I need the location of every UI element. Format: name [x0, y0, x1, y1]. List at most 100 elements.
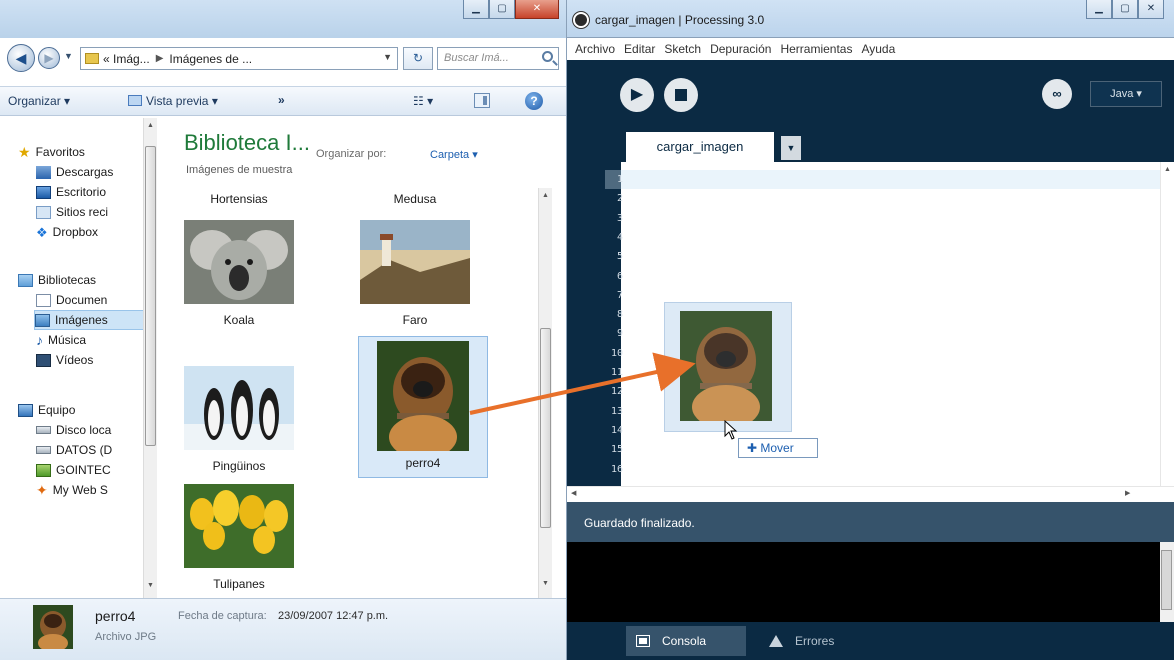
menu-herramientas[interactable]: Herramientas	[780, 42, 852, 56]
breadcrumb-current[interactable]: Imágenes de ...	[169, 52, 252, 66]
code-editor[interactable]: 1 2 3 4 5 6 7 8 9 10 11 12 13 14 15 16 ▲ ◀ ▶	[567, 162, 1174, 502]
recent-pages-dropdown[interactable]: ▼	[64, 51, 73, 61]
library-title: Biblioteca I...	[184, 130, 310, 155]
preview-button[interactable]: Vista previa ▾	[128, 94, 218, 108]
menu-depuracion[interactable]: Depuración	[710, 42, 771, 56]
tab-menu-button[interactable]: ▼	[781, 136, 801, 160]
nav-scrollbar[interactable]: ▲ ▼	[143, 118, 157, 598]
window-controls: ▁ ▢ ✕	[463, 0, 559, 19]
close-button[interactable]: ✕	[515, 0, 559, 19]
file-item-faro[interactable]: Faro	[350, 220, 480, 327]
nav-item-favorites[interactable]: ★ Favoritos	[18, 142, 85, 162]
forward-button[interactable]: ▶	[38, 47, 60, 69]
scroll-right-icon[interactable]: ▶	[1125, 489, 1130, 497]
nav-item-gointec[interactable]: GOINTEC	[36, 460, 111, 480]
line-number: 9	[616, 328, 623, 340]
address-row: ◀ ▶ ▼ « Imág... ▶ Imágenes de ... ▼ ↻ Bu…	[0, 44, 566, 74]
nav-label: Bibliotecas	[38, 273, 97, 287]
stop-button[interactable]	[664, 78, 698, 112]
current-line-highlight	[621, 170, 1161, 189]
maximize-button[interactable]: ▢	[1112, 0, 1138, 19]
nav-item-videos[interactable]: Vídeos	[36, 350, 93, 370]
dropbox-icon: ❖	[36, 224, 48, 240]
debugger-button[interactable]: ∞	[1042, 79, 1072, 109]
library-subtitle: Imágenes de muestra	[186, 164, 293, 176]
selected-file-thumbnail	[33, 605, 73, 649]
refresh-button[interactable]: ↻	[403, 47, 433, 70]
more-commands-button[interactable]: »	[278, 93, 285, 107]
scroll-up-icon[interactable]: ▲	[542, 192, 549, 199]
computer-icon	[18, 403, 33, 417]
perro4-thumbnail	[377, 341, 469, 459]
stop-icon	[675, 88, 687, 101]
library-header: Biblioteca I... Imágenes de muestra Orga…	[160, 118, 550, 188]
mouse-cursor-icon	[724, 420, 738, 440]
tab-console[interactable]: Consola	[626, 626, 746, 656]
nav-item-documents[interactable]: Documen	[36, 290, 107, 310]
file-item-tulipanes[interactable]: Tulipanes	[174, 484, 304, 591]
file-item-hortensias[interactable]: Hortensias	[174, 192, 304, 206]
search-input[interactable]: Buscar Imá...	[437, 47, 559, 70]
nav-item-datos[interactable]: DATOS (D	[36, 440, 112, 460]
back-button[interactable]: ◀	[7, 44, 35, 72]
close-button[interactable]: ✕	[1138, 0, 1164, 19]
tab-errors[interactable]: Errores	[759, 626, 869, 656]
line-number: 11	[610, 367, 623, 378]
arrange-by-label: Organizar por:	[316, 148, 387, 160]
preview-pane-icon[interactable]	[474, 93, 490, 108]
nav-item-computer[interactable]: Equipo	[18, 400, 75, 420]
menu-archivo[interactable]: Archivo	[575, 42, 615, 56]
nav-item-recent[interactable]: Sitios reci	[36, 202, 108, 222]
nav-item-desktop[interactable]: Escritorio	[36, 182, 106, 202]
nav-item-dropbox[interactable]: ❖ Dropbox	[36, 222, 98, 242]
search-icon[interactable]	[542, 51, 553, 62]
minimize-button[interactable]: ▁	[1086, 0, 1112, 19]
nav-item-music[interactable]: ♪ Música	[36, 330, 86, 350]
scroll-down-icon[interactable]: ▼	[147, 582, 154, 589]
processing-titlebar[interactable]: cargar_imagen | Processing 3.0 ▁ ▢ ✕	[567, 0, 1174, 38]
organize-menu[interactable]: Organizar ▾	[8, 94, 70, 108]
mode-selector[interactable]: Java ▾	[1090, 81, 1162, 107]
tab-cargar-imagen[interactable]: cargar_imagen	[626, 132, 774, 162]
explorer-titlebar[interactable]: ▁ ▢ ✕	[0, 0, 566, 38]
scroll-up-icon[interactable]: ▲	[147, 122, 154, 129]
address-bar[interactable]: « Imág... ▶ Imágenes de ... ▼	[80, 47, 398, 70]
console-scrollbar[interactable]	[1160, 542, 1174, 622]
nav-item-local-disk[interactable]: Disco loca	[36, 420, 111, 440]
menu-sketch[interactable]: Sketch	[664, 42, 701, 56]
menu-editar[interactable]: Editar	[624, 42, 655, 56]
change-view-button[interactable]: ☷ ▾	[413, 94, 433, 108]
window-controls: ▁ ▢ ✕	[1086, 0, 1164, 19]
nav-label: Sitios reci	[56, 205, 109, 219]
maximize-button[interactable]: ▢	[489, 0, 515, 19]
menu-ayuda[interactable]: Ayuda	[861, 42, 895, 56]
file-item-perro4[interactable]: perro4	[358, 336, 488, 478]
scroll-down-icon[interactable]: ▼	[542, 580, 549, 587]
console-area[interactable]	[567, 542, 1174, 622]
address-dropdown-icon[interactable]: ▼	[383, 52, 392, 62]
scroll-up-icon[interactable]: ▲	[1164, 166, 1171, 173]
scroll-left-icon[interactable]: ◀	[571, 489, 576, 497]
nav-scroll-thumb[interactable]	[145, 146, 156, 446]
nav-label: Vídeos	[56, 353, 94, 367]
line-number: 12	[610, 386, 623, 398]
downloads-icon	[36, 165, 51, 179]
nav-item-images[interactable]: Imágenes	[34, 310, 146, 330]
editor-vertical-scrollbar[interactable]: ▲	[1160, 162, 1174, 486]
file-list-scroll-thumb[interactable]	[540, 328, 551, 528]
arrange-by-dropdown[interactable]: Carpeta ▾	[430, 148, 478, 161]
file-item-koala[interactable]: Koala	[174, 220, 304, 327]
file-item-pinguinos[interactable]: Pingüinos	[174, 366, 304, 473]
minimize-button[interactable]: ▁	[463, 0, 489, 19]
nav-item-downloads[interactable]: Descargas	[36, 162, 113, 182]
nav-item-libraries[interactable]: Bibliotecas	[18, 270, 96, 290]
move-tooltip: ✚ Mover	[738, 438, 818, 458]
editor-horizontal-scrollbar[interactable]: ◀ ▶	[567, 486, 1174, 502]
run-button[interactable]: ▶	[620, 78, 654, 112]
console-scroll-thumb[interactable]	[1161, 550, 1172, 610]
file-list-scrollbar[interactable]: ▲ ▼	[538, 188, 552, 598]
breadcrumb-parent[interactable]: « Imág...	[103, 52, 150, 66]
file-item-medusa[interactable]: Medusa	[350, 192, 480, 206]
help-icon[interactable]: ?	[525, 92, 543, 110]
nav-item-myweb[interactable]: ✦ My Web S	[36, 480, 108, 500]
